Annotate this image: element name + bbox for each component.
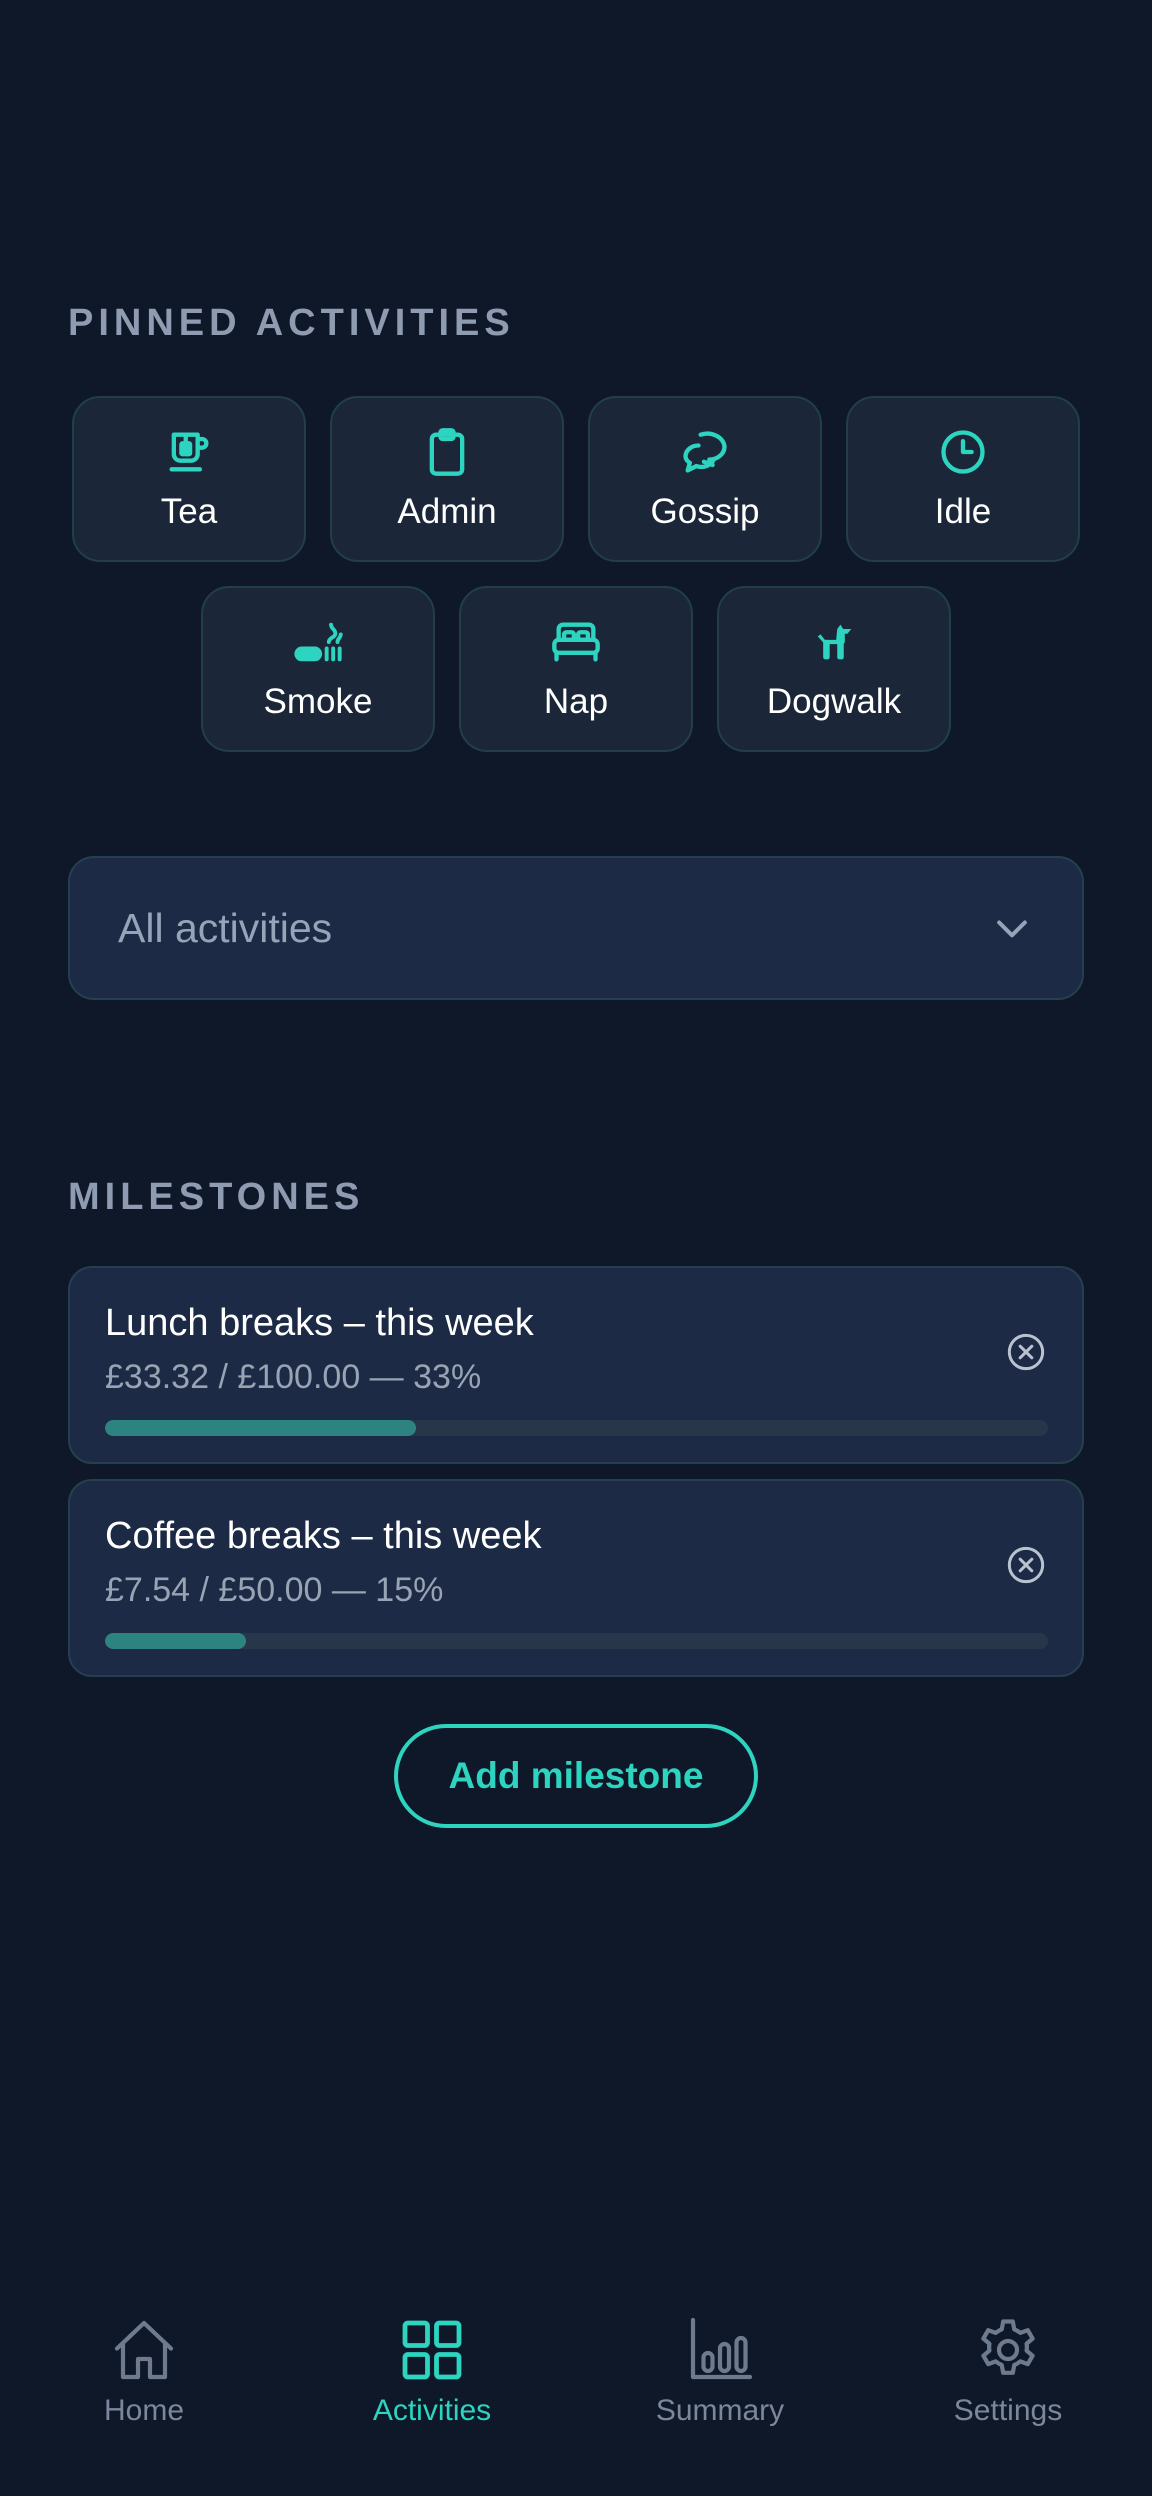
- milestones-heading: MILESTONES: [68, 1176, 365, 1218]
- pin-label: Dogwalk: [766, 682, 902, 721]
- pin-label: Gossip: [650, 492, 760, 531]
- nav-settings[interactable]: Settings: [888, 2300, 1128, 2428]
- pin-admin[interactable]: Admin: [330, 396, 564, 562]
- dog-icon: [808, 616, 860, 668]
- milestone-progress-bar: [105, 1633, 1048, 1649]
- milestone-card: Lunch breaks – this week £33.32 / £100.0…: [68, 1266, 1084, 1464]
- pinned-activities-grid: Tea Admin Gossip Idle Smoke Nap Dogwalk: [68, 396, 1084, 776]
- pin-gossip[interactable]: Gossip: [588, 396, 822, 562]
- nav-label: Activities: [372, 2394, 492, 2427]
- tea-icon: [163, 426, 215, 478]
- pin-label: Smoke: [263, 682, 373, 721]
- activity-filter-select[interactable]: All activities: [68, 856, 1084, 1000]
- pin-smoke[interactable]: Smoke: [201, 586, 435, 752]
- activity-filter-value: All activities: [118, 904, 333, 951]
- clipboard-icon: [421, 426, 473, 478]
- nav-summary[interactable]: Summary: [600, 2300, 840, 2428]
- clock-icon: [937, 426, 989, 478]
- gear-icon: [972, 2314, 1044, 2386]
- nav-home[interactable]: Home: [24, 2300, 264, 2428]
- pin-nap[interactable]: Nap: [459, 586, 693, 752]
- smoking-icon: [292, 616, 344, 668]
- add-milestone-button[interactable]: Add milestone: [394, 1724, 758, 1828]
- milestone-progress-text: £7.54 / £50.00 — 15%: [105, 1571, 444, 1609]
- chevron-down-icon: [990, 906, 1034, 950]
- milestone-title: Lunch breaks – this week: [105, 1302, 534, 1344]
- nav-activities[interactable]: Activities: [312, 2300, 552, 2428]
- pin-tea[interactable]: Tea: [72, 396, 306, 562]
- pin-label: Admin: [397, 492, 497, 531]
- milestone-title: Coffee breaks – this week: [105, 1515, 542, 1557]
- pin-label: Idle: [934, 492, 992, 531]
- bed-icon: [550, 616, 602, 668]
- pin-idle[interactable]: Idle: [846, 396, 1080, 562]
- pin-dogwalk[interactable]: Dogwalk: [717, 586, 951, 752]
- home-icon: [108, 2314, 180, 2386]
- pin-label: Tea: [160, 492, 218, 531]
- milestone-card: Coffee breaks – this week £7.54 / £50.00…: [68, 1479, 1084, 1677]
- milestone-progress-text: £33.32 / £100.00 — 33%: [105, 1358, 482, 1396]
- nav-label: Settings: [953, 2394, 1063, 2427]
- remove-milestone-icon[interactable]: [1006, 1545, 1046, 1585]
- pin-label: Nap: [543, 682, 609, 721]
- chat-bubbles-icon: [679, 426, 731, 478]
- bottom-navigation: Home Activities Summary Settings: [0, 2300, 1152, 2496]
- milestone-progress-bar: [105, 1420, 1048, 1436]
- nav-label: Home: [103, 2394, 185, 2427]
- bar-chart-icon: [684, 2314, 756, 2386]
- pinned-activities-heading: PINNED ACTIVITIES: [68, 302, 515, 344]
- grid-icon: [396, 2314, 468, 2386]
- nav-label: Summary: [655, 2394, 785, 2427]
- remove-milestone-icon[interactable]: [1006, 1332, 1046, 1372]
